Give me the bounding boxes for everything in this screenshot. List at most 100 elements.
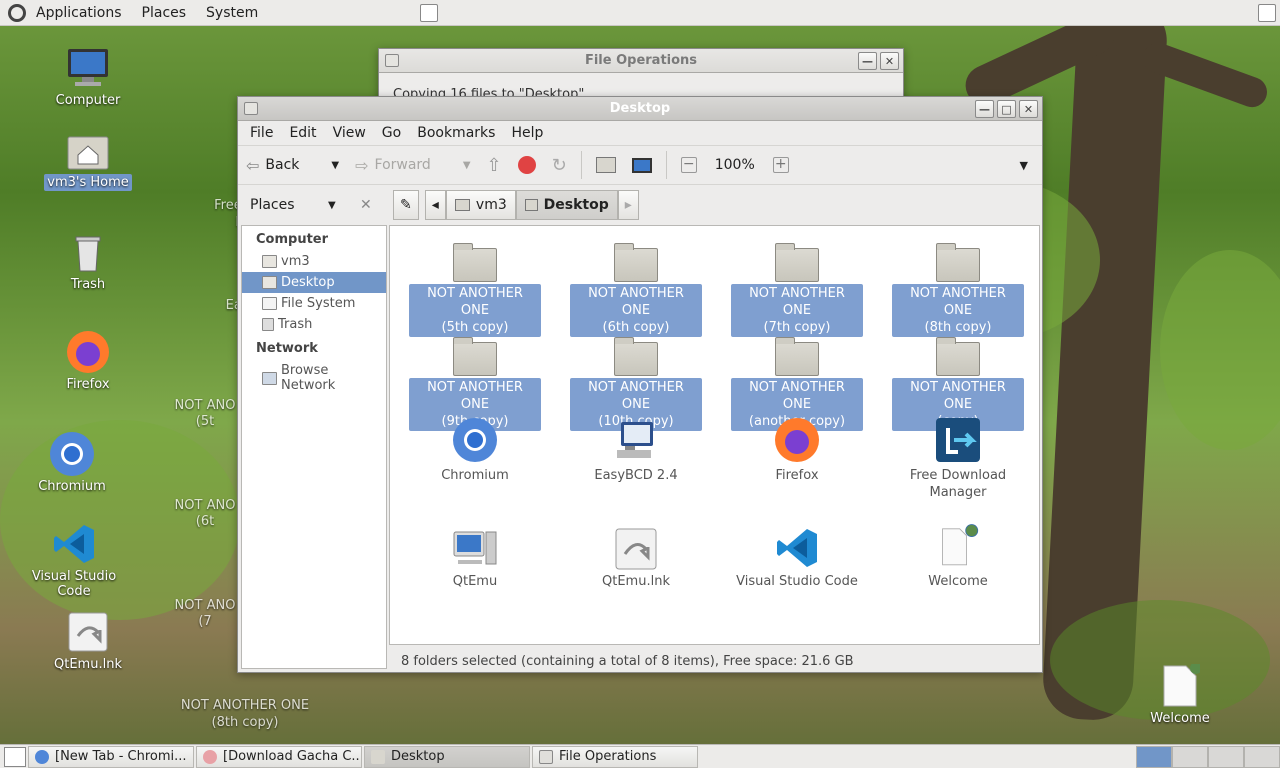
folder-icon xyxy=(934,238,982,282)
close-button[interactable]: ✕ xyxy=(1019,100,1038,118)
trash-icon xyxy=(262,318,274,331)
menu-edit[interactable]: Edit xyxy=(281,125,324,141)
sidebar-item-label: File System xyxy=(281,296,356,311)
zoom-out-button[interactable]: − xyxy=(673,148,705,182)
chevron-down-icon[interactable]: ▼ xyxy=(463,160,471,171)
desktop-icon-vscode[interactable]: Visual Studio Code xyxy=(24,522,124,600)
file-item-label: EasyBCD 2.4 xyxy=(594,468,678,483)
sidebar-item-file-system[interactable]: File System xyxy=(242,293,386,314)
sidebar-item-trash[interactable]: Trash xyxy=(242,314,386,335)
file-item-label: Firefox xyxy=(775,468,819,483)
vscode-icon xyxy=(773,526,821,570)
desktop-icon-chromium[interactable]: Chromium xyxy=(22,432,122,495)
file-item-easybcd[interactable]: EasyBCD 2.4 xyxy=(569,420,703,485)
workspace-4[interactable] xyxy=(1244,746,1280,768)
chevron-down-icon[interactable]: ▼ xyxy=(331,160,339,171)
chevron-down-icon[interactable]: ▼ xyxy=(328,200,336,211)
path-segment-desktop[interactable]: Desktop xyxy=(515,190,618,220)
file-item-qtemu[interactable]: QtEmu xyxy=(408,526,542,591)
maximize-button[interactable]: □ xyxy=(997,100,1016,118)
forward-button[interactable]: ⇨ Forward ▼ xyxy=(347,148,478,182)
sidebar-item-label: Trash xyxy=(278,317,313,332)
desktop-icon-computer[interactable]: Computer xyxy=(38,46,138,109)
task-download-gacha[interactable]: [Download Gacha C... xyxy=(196,745,362,768)
window-menu-icon[interactable] xyxy=(385,54,399,67)
folder-icon xyxy=(612,238,660,282)
close-sidebar-icon[interactable]: ✕ xyxy=(360,197,372,213)
places-selector[interactable]: Places xyxy=(250,197,295,213)
workspace-3[interactable] xyxy=(1208,746,1244,768)
desktop-icon-label: vm3's Home xyxy=(44,174,132,191)
folder-icon xyxy=(934,332,982,376)
reload-button[interactable]: ↻ xyxy=(544,148,575,182)
stop-icon xyxy=(517,156,536,174)
system-menu[interactable]: System xyxy=(196,5,268,21)
minimize-button[interactable]: — xyxy=(858,52,877,70)
window-titlebar[interactable]: File Operations — ✕ xyxy=(379,49,903,73)
places-menu[interactable]: Places xyxy=(132,5,197,21)
file-item-folder[interactable]: NOT ANOTHER ONE (10th copy) xyxy=(569,332,703,431)
forward-arrow-icon: ⇨ xyxy=(355,155,369,175)
menu-go[interactable]: Go xyxy=(374,125,409,141)
task-desktop[interactable]: Desktop xyxy=(364,745,530,768)
desktop-icon-qtemu-lnk[interactable]: QtEmu.lnk xyxy=(38,610,138,673)
task-file-operations[interactable]: File Operations xyxy=(532,745,698,768)
file-item-folder[interactable]: NOT ANOTHER ONE (8th copy) xyxy=(891,238,1025,337)
minimize-button[interactable]: — xyxy=(975,100,994,118)
file-item-free-download-manager[interactable]: Free Download Manager xyxy=(891,418,1025,502)
panel-applet-icon[interactable] xyxy=(420,4,438,22)
desktop-file-manager-window[interactable]: Desktop — □ ✕ File Edit View Go Bookmark… xyxy=(237,96,1043,673)
stop-button[interactable] xyxy=(510,148,544,182)
task-chromium-new-tab[interactable]: [New Tab - Chromi... xyxy=(28,745,194,768)
path-scroll-right-button[interactable]: ▸ xyxy=(617,190,639,220)
menu-help[interactable]: Help xyxy=(503,125,551,141)
desktop-icon-label: Firefox xyxy=(66,377,110,392)
menu-file[interactable]: File xyxy=(242,125,281,141)
desktop-ghost-label: (8th copy) xyxy=(211,715,279,730)
distro-logo-icon xyxy=(8,3,26,22)
document-icon xyxy=(1156,664,1204,708)
sidebar-item-browse-network[interactable]: Browse Network xyxy=(242,360,386,396)
show-desktop-button[interactable] xyxy=(4,746,26,767)
file-item-welcome[interactable]: Welcome xyxy=(891,524,1025,591)
path-segment-vm3[interactable]: vm3 xyxy=(445,190,516,220)
file-item-firefox[interactable]: Firefox xyxy=(730,418,864,485)
toggle-location-entry-button[interactable]: ✎ xyxy=(393,190,419,220)
toolbar-overflow-chevron-icon[interactable]: ▼ xyxy=(1020,159,1028,172)
zoom-in-button[interactable]: + xyxy=(765,148,797,182)
home-button[interactable] xyxy=(588,148,624,182)
desktop-icon-label: Trash xyxy=(70,277,106,292)
desktop-icon-trash[interactable]: Trash xyxy=(38,230,138,293)
file-item-folder[interactable]: NOT ANOTHER ONE (6th copy) xyxy=(569,238,703,337)
up-button[interactable]: ⇧ xyxy=(479,148,510,182)
workspace-1[interactable] xyxy=(1136,746,1172,768)
show-desktop-icon[interactable] xyxy=(1258,4,1276,22)
sidebar-item-desktop[interactable]: Desktop xyxy=(242,272,386,293)
path-segment-label: Desktop xyxy=(543,197,609,213)
file-item-qtemu-lnk[interactable]: QtEmu.lnk xyxy=(569,526,703,591)
path-scroll-left-button[interactable]: ◂ xyxy=(424,190,446,220)
desktop-icon-firefox[interactable]: Firefox xyxy=(38,330,138,393)
sidebar-item-label: Browse Network xyxy=(281,363,336,393)
sidebar-item-vm3[interactable]: vm3 xyxy=(242,251,386,272)
applications-menu[interactable]: Applications xyxy=(26,5,132,21)
desktop-icon-welcome[interactable]: Welcome xyxy=(1130,664,1230,727)
file-item-visual-studio-code[interactable]: Visual Studio Code xyxy=(730,526,864,591)
workspace-2[interactable] xyxy=(1172,746,1208,768)
window-menu-icon[interactable] xyxy=(244,102,258,115)
back-button[interactable]: ⇦ Back ▼ xyxy=(238,148,347,182)
file-item-folder[interactable]: NOT ANOTHER ONE (5th copy) xyxy=(408,238,542,337)
window-titlebar[interactable]: Desktop — □ ✕ xyxy=(238,97,1042,121)
computer-button[interactable] xyxy=(624,148,660,182)
file-item-folder[interactable]: NOT ANOTHER ONE (7th copy) xyxy=(730,238,864,337)
menu-bookmarks[interactable]: Bookmarks xyxy=(409,125,503,141)
file-item-chromium[interactable]: Chromium xyxy=(408,418,542,485)
file-operations-icon xyxy=(539,749,553,764)
menu-view[interactable]: View xyxy=(325,125,374,141)
desktop-icon-home[interactable]: vm3's Home xyxy=(38,128,138,191)
file-item-label: NOT ANOTHER ONE (6th copy) xyxy=(570,284,702,337)
desktop-icon-label: Chromium xyxy=(38,479,106,494)
desktop-icon-label: Computer xyxy=(55,93,121,108)
close-button[interactable]: ✕ xyxy=(880,52,899,70)
file-icon-view[interactable]: NOT ANOTHER ONE (5th copy) NOT ANOTHER ON… xyxy=(389,225,1040,645)
